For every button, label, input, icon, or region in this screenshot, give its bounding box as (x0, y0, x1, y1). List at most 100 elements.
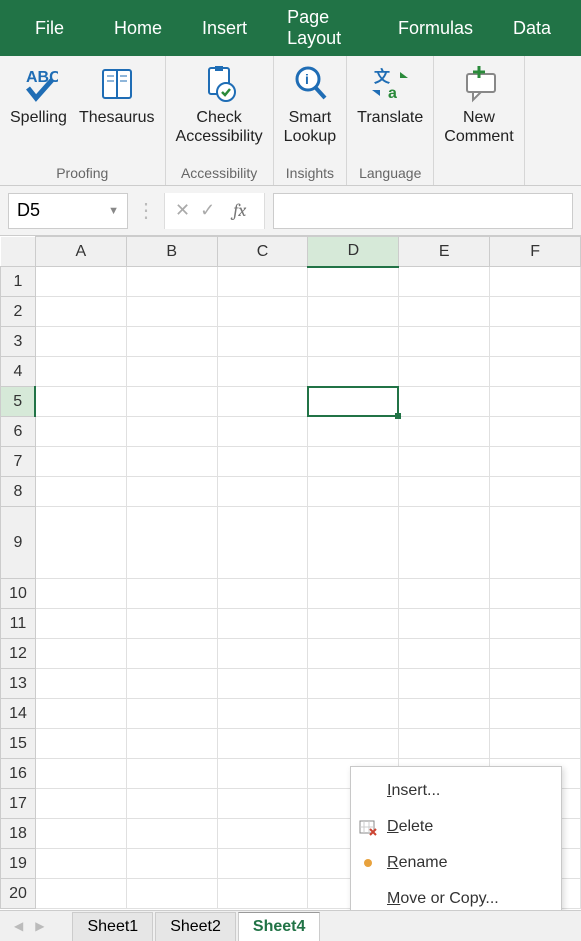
row-header[interactable]: 2 (1, 297, 36, 327)
fx-icon[interactable]: fx (225, 200, 254, 221)
cell[interactable] (399, 447, 490, 477)
menu-file[interactable]: File (10, 18, 94, 39)
cell[interactable] (490, 417, 581, 447)
cell[interactable] (126, 819, 217, 849)
cell[interactable] (217, 297, 308, 327)
cell[interactable] (217, 417, 308, 447)
row-header[interactable]: 13 (1, 669, 36, 699)
ctx-delete[interactable]: Delete (351, 809, 561, 845)
row-header[interactable]: 12 (1, 639, 36, 669)
cell[interactable] (399, 669, 490, 699)
cell[interactable] (308, 609, 399, 639)
cell[interactable] (35, 507, 126, 579)
cell[interactable] (399, 579, 490, 609)
cell[interactable] (308, 327, 399, 357)
cell[interactable] (35, 579, 126, 609)
check-accessibility-button[interactable]: CheckAccessibility (172, 62, 267, 148)
cell[interactable] (308, 357, 399, 387)
formula-input[interactable] (273, 193, 573, 229)
cell[interactable] (217, 789, 308, 819)
cancel-icon[interactable]: ✕ (175, 200, 190, 221)
cell[interactable] (35, 387, 126, 417)
cell[interactable] (217, 669, 308, 699)
cell[interactable] (308, 477, 399, 507)
cell[interactable] (35, 759, 126, 789)
cell[interactable] (126, 579, 217, 609)
cell[interactable] (217, 609, 308, 639)
cell[interactable] (399, 267, 490, 297)
translate-button[interactable]: 文aTranslate (353, 62, 427, 129)
cell[interactable] (35, 609, 126, 639)
row-header[interactable]: 1 (1, 267, 36, 297)
cell[interactable] (217, 759, 308, 789)
cell[interactable] (399, 729, 490, 759)
cell[interactable] (35, 879, 126, 909)
cell[interactable] (490, 357, 581, 387)
cell[interactable] (126, 639, 217, 669)
cell[interactable] (399, 477, 490, 507)
cell[interactable] (490, 729, 581, 759)
cell[interactable] (308, 417, 399, 447)
column-header[interactable]: E (399, 237, 490, 267)
ctx-move-or-copy-[interactable]: Move or Copy... (351, 881, 561, 910)
row-header[interactable]: 9 (1, 507, 36, 579)
cell[interactable] (35, 819, 126, 849)
cell[interactable] (35, 789, 126, 819)
menu-home[interactable]: Home (94, 18, 182, 39)
column-header[interactable]: A (35, 237, 126, 267)
cell[interactable] (126, 669, 217, 699)
row-header[interactable]: 8 (1, 477, 36, 507)
cell[interactable] (35, 357, 126, 387)
cell[interactable] (126, 759, 217, 789)
cell[interactable] (308, 387, 399, 417)
cell[interactable] (35, 699, 126, 729)
cell[interactable] (217, 579, 308, 609)
menu-page-layout[interactable]: Page Layout (267, 7, 378, 49)
menu-formulas[interactable]: Formulas (378, 18, 493, 39)
cell[interactable] (35, 417, 126, 447)
cell[interactable] (217, 357, 308, 387)
sheet-tab[interactable]: Sheet2 (155, 912, 236, 941)
tab-nav-next-icon[interactable]: ▶ (29, 919, 50, 933)
cell[interactable] (490, 639, 581, 669)
cell[interactable] (126, 507, 217, 579)
row-header[interactable]: 14 (1, 699, 36, 729)
spelling-button[interactable]: ABCSpelling (6, 62, 71, 129)
cell[interactable] (217, 699, 308, 729)
cell[interactable] (308, 447, 399, 477)
cell[interactable] (399, 417, 490, 447)
cell[interactable] (217, 879, 308, 909)
cell[interactable] (308, 669, 399, 699)
ctx-rename[interactable]: Rename (351, 845, 561, 881)
cell[interactable] (217, 477, 308, 507)
cell[interactable] (126, 609, 217, 639)
cell[interactable] (490, 579, 581, 609)
cell[interactable] (35, 669, 126, 699)
cell[interactable] (126, 477, 217, 507)
row-header[interactable]: 5 (1, 387, 36, 417)
cell[interactable] (490, 267, 581, 297)
cell[interactable] (308, 579, 399, 609)
row-header[interactable]: 4 (1, 357, 36, 387)
menu-insert[interactable]: Insert (182, 18, 267, 39)
enter-icon[interactable]: ✓ (200, 200, 215, 221)
cell[interactable] (35, 297, 126, 327)
row-header[interactable]: 11 (1, 609, 36, 639)
tab-nav-prev-icon[interactable]: ◀ (8, 919, 29, 933)
column-header[interactable]: B (126, 237, 217, 267)
thesaurus-button[interactable]: Thesaurus (75, 62, 159, 129)
cell[interactable] (490, 327, 581, 357)
cell[interactable] (217, 639, 308, 669)
cell[interactable] (126, 327, 217, 357)
cell[interactable] (126, 417, 217, 447)
cell[interactable] (308, 267, 399, 297)
cell[interactable] (217, 387, 308, 417)
cell[interactable] (217, 729, 308, 759)
cell[interactable] (126, 789, 217, 819)
cell[interactable] (126, 729, 217, 759)
cell[interactable] (308, 699, 399, 729)
cell[interactable] (35, 729, 126, 759)
cell[interactable] (217, 849, 308, 879)
cell[interactable] (308, 297, 399, 327)
row-header[interactable]: 10 (1, 579, 36, 609)
